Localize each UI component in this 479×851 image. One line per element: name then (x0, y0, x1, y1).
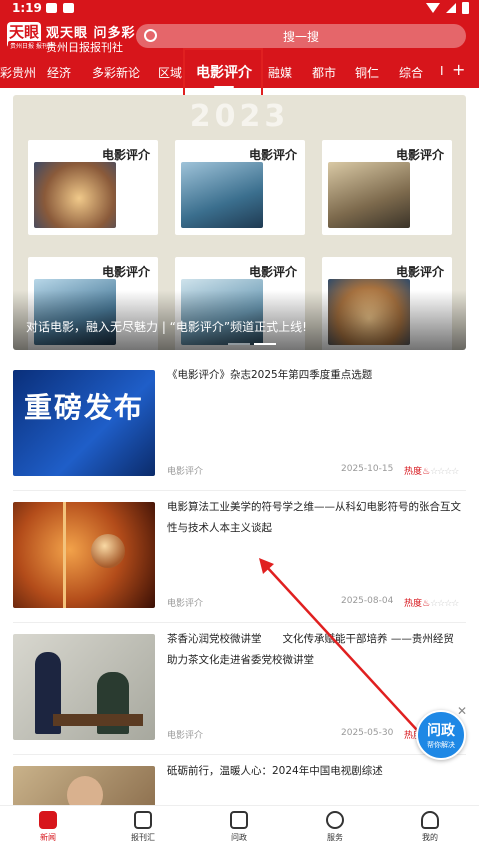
nav-newspapers[interactable]: 报刊汇 (113, 811, 173, 843)
nav-label: 我的 (422, 833, 438, 842)
question-icon (230, 811, 248, 829)
nav-label: 问政 (231, 833, 247, 842)
arrow-line (265, 565, 429, 743)
user-icon (421, 811, 439, 829)
nav-news[interactable]: 新闻 (18, 811, 78, 843)
news-icon (39, 811, 57, 829)
fab-sublabel: 帮你解决 (427, 741, 455, 749)
bottom-nav: 新闻 报刊汇 问政 服务 我的 (0, 805, 479, 851)
nav-service[interactable]: 服务 (305, 811, 365, 843)
nav-wenzheng[interactable]: 问政 (209, 811, 269, 843)
book-icon (134, 811, 152, 829)
fab-label: 问政 (427, 723, 455, 739)
annotation-arrow (259, 558, 429, 743)
nav-label: 报刊汇 (131, 833, 155, 842)
nav-label: 新闻 (40, 833, 56, 842)
heart-icon (326, 811, 344, 829)
close-icon[interactable]: ✕ (457, 704, 467, 718)
nav-label: 服务 (327, 833, 343, 842)
nav-profile[interactable]: 我的 (400, 811, 460, 843)
